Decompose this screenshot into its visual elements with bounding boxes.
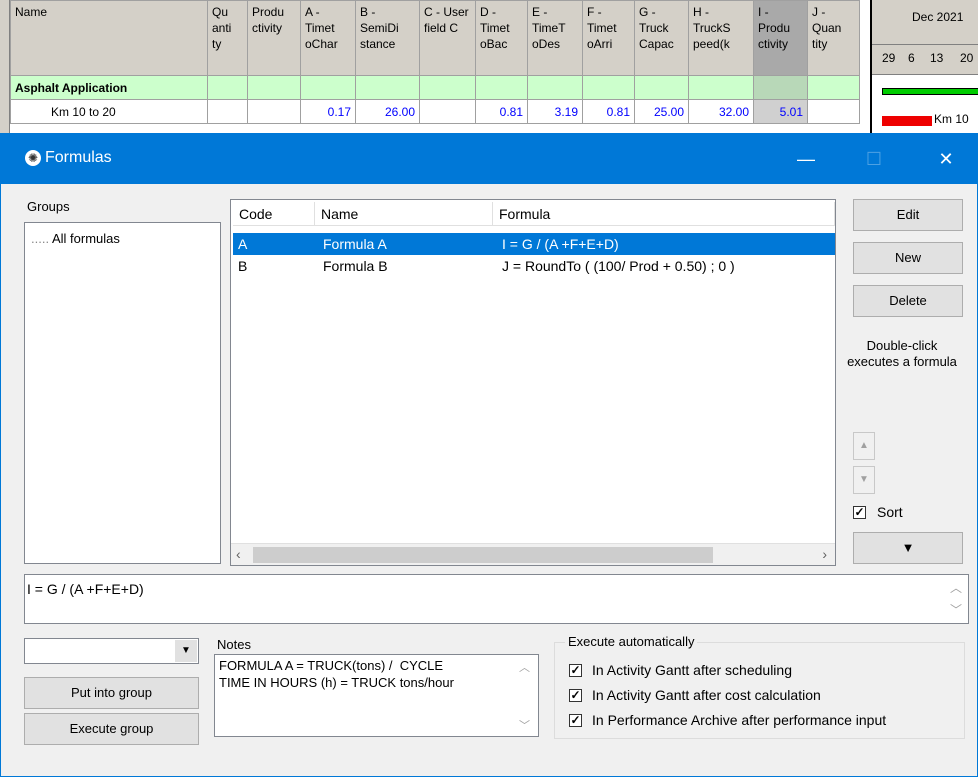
gantt-month: Dec 2021 <box>912 10 964 24</box>
col-header-c[interactable]: C - User field C <box>419 0 476 76</box>
col-header-name[interactable]: Name <box>10 0 208 76</box>
activity-name: Km 10 to 20 <box>10 99 208 124</box>
gantt-bar-label: Km 10 <box>934 112 969 126</box>
gantt-header: Dec 2021 29 6 13 20 <box>872 0 978 75</box>
exec-after-scheduling-checkbox[interactable]: ✓ <box>569 664 582 677</box>
group-select[interactable]: ▼ <box>24 638 199 664</box>
scroll-up-icon[interactable]: ︿ <box>950 579 962 596</box>
minimize-icon[interactable]: — <box>791 144 821 174</box>
cell-g[interactable]: 25.00 <box>634 99 689 124</box>
cell-i[interactable]: 5.01 <box>753 99 808 124</box>
exec-after-performance-checkbox[interactable]: ✓ <box>569 714 582 727</box>
activity-sheet: Name Qu anti ty Produ ctivity A - Timet … <box>0 0 978 135</box>
execute-automatically-legend: Execute automatically <box>565 634 698 649</box>
dialog-title: Formulas <box>45 149 112 166</box>
gantt-day: 29 <box>882 51 896 65</box>
close-icon[interactable]: ✕ <box>931 144 961 174</box>
gantt-days: 29 6 13 20 <box>872 44 978 75</box>
exec-after-performance-label: In Performance Archive after performance… <box>592 712 887 728</box>
formulas-dialog: ✺ Formulas — ☐ ✕ Groups ..... All formul… <box>0 133 978 777</box>
col-header-b[interactable]: B - SemiDi stance <box>355 0 420 76</box>
gantt-day: 20 <box>960 51 974 65</box>
col-header-d[interactable]: D - Timet oBac <box>475 0 528 76</box>
execute-automatically-group: Execute automatically ✓ In Activity Gant… <box>554 634 965 739</box>
formula-row[interactable]: B Formula B J = RoundTo ( (100/ Prod + 0… <box>233 255 835 277</box>
formula-table[interactable]: Code Name Formula A Formula A I = G / (A… <box>230 199 836 566</box>
activity-row[interactable]: Km 10 to 20 0.17 26.00 0.81 3.19 0.81 25… <box>10 99 860 124</box>
exec-after-cost-label: In Activity Gantt after cost calculation <box>592 687 821 703</box>
horizontal-scrollbar[interactable]: ‹ › <box>231 543 835 565</box>
cell-a[interactable]: 0.17 <box>300 99 356 124</box>
maximize-icon: ☐ <box>865 149 883 169</box>
scroll-down-icon[interactable]: ﹀ <box>519 717 530 733</box>
group-name: Asphalt Application <box>10 75 208 100</box>
groups-label: Groups <box>27 199 70 214</box>
chevron-down-icon: ▼ <box>901 540 915 555</box>
put-into-group-button[interactable]: Put into group <box>24 677 199 709</box>
col-header-f[interactable]: F - Timet oArri <box>582 0 635 76</box>
group-row[interactable]: Asphalt Application <box>10 75 860 100</box>
formula-preview[interactable]: I = G / (A +F+E+D) ︿ ﹀ <box>24 574 969 624</box>
gantt-day: 6 <box>908 51 915 65</box>
sort-checkbox[interactable]: ✓ <box>853 506 866 519</box>
gantt-day: 13 <box>930 51 944 65</box>
move-down-icon: ▼ <box>853 466 875 494</box>
scroll-up-icon[interactable]: ︿ <box>519 659 530 675</box>
formula-preview-text: I = G / (A +F+E+D) <box>27 581 144 597</box>
gantt-activity-bar[interactable] <box>882 116 932 126</box>
sort-options-button[interactable]: ▼ <box>853 532 963 564</box>
new-button[interactable]: New <box>853 242 963 274</box>
edit-button[interactable]: Edit <box>853 199 963 231</box>
row-header-bar <box>0 0 10 135</box>
col-header-quantity[interactable]: Qu anti ty <box>207 0 248 76</box>
move-up-icon: ▲ <box>853 432 875 460</box>
execute-group-button[interactable]: Execute group <box>24 713 199 745</box>
exec-after-cost-checkbox[interactable]: ✓ <box>569 689 582 702</box>
col-header-code[interactable]: Code <box>233 202 315 226</box>
cell-e[interactable]: 3.19 <box>527 99 583 124</box>
sort-label: Sort <box>877 504 903 520</box>
col-header-h[interactable]: H - TruckS peed(k <box>688 0 754 76</box>
scroll-down-icon[interactable]: ﹀ <box>950 601 962 618</box>
gantt-group-bar[interactable] <box>882 88 978 95</box>
cell-d[interactable]: 0.81 <box>475 99 528 124</box>
dropdown-arrow-icon[interactable]: ▼ <box>175 640 197 662</box>
scroll-right-icon[interactable]: › <box>822 546 827 562</box>
dialog-titlebar[interactable]: ✺ Formulas — ☐ ✕ <box>1 134 977 184</box>
groups-list[interactable]: ..... All formulas <box>24 222 221 564</box>
group-item-all[interactable]: ..... All formulas <box>31 231 120 246</box>
cell-b[interactable]: 26.00 <box>355 99 420 124</box>
exec-after-scheduling-label: In Activity Gantt after scheduling <box>592 662 792 678</box>
scrollbar-thumb[interactable] <box>253 547 713 563</box>
cell-h[interactable]: 32.00 <box>688 99 754 124</box>
col-header-e[interactable]: E - TimeT oDes <box>527 0 583 76</box>
formula-row[interactable]: A Formula A I = G / (A +F+E+D) <box>233 233 835 255</box>
col-header-formula-name[interactable]: Name <box>315 202 493 226</box>
notes-textarea[interactable]: FORMULA A = TRUCK(tons) / CYCLE TIME IN … <box>214 654 539 737</box>
col-header-g[interactable]: G - Truck Capac <box>634 0 689 76</box>
col-header-a[interactable]: A - Timet oChar <box>300 0 356 76</box>
notes-label: Notes <box>217 637 251 652</box>
double-click-hint: Double-click executes a formula <box>847 338 957 369</box>
col-header-i[interactable]: I - Produ ctivity <box>753 0 808 76</box>
col-header-productivity[interactable]: Produ ctivity <box>247 0 301 76</box>
col-header-j[interactable]: J - Quan tity <box>807 0 860 76</box>
col-header-formula[interactable]: Formula <box>493 202 835 226</box>
delete-button[interactable]: Delete <box>853 285 963 317</box>
app-icon: ✺ <box>25 150 41 166</box>
gantt-chart: Dec 2021 29 6 13 20 Km 10 <box>870 0 978 135</box>
cell-f[interactable]: 0.81 <box>582 99 635 124</box>
notes-text: FORMULA A = TRUCK(tons) / CYCLE TIME IN … <box>219 658 454 690</box>
activity-table: Name Qu anti ty Produ ctivity A - Timet … <box>10 0 860 124</box>
scroll-left-icon[interactable]: ‹ <box>236 546 241 562</box>
